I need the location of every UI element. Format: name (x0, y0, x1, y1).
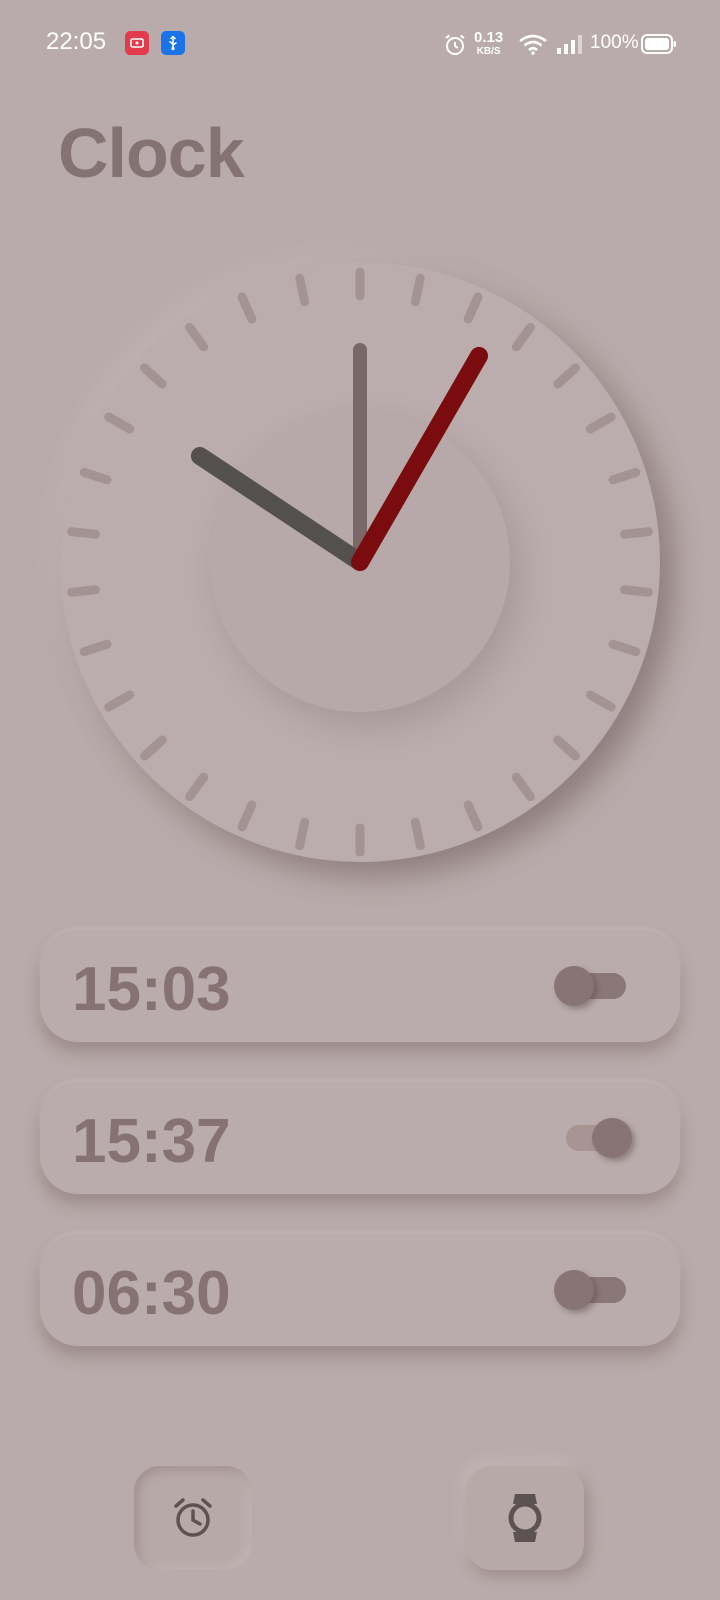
clock-tick (608, 467, 641, 485)
alarm-time: 15:03 (72, 955, 231, 1024)
clock-tick (410, 817, 425, 851)
clock-tick (295, 817, 310, 851)
analog-clock (60, 262, 660, 862)
alarm-item[interactable]: 15:03 (40, 930, 680, 1042)
watch-icon (508, 1494, 542, 1542)
clock-tick (511, 772, 535, 802)
clock-tick (185, 772, 209, 802)
clock-tick (463, 800, 483, 832)
battery-icon (641, 33, 677, 60)
toggle-knob (592, 1118, 632, 1158)
signal-icon (556, 33, 584, 60)
clock-tick (237, 292, 257, 324)
network-speed-value: 0.13 (474, 29, 504, 46)
clock-tick (185, 322, 209, 352)
clock-tick (585, 412, 616, 434)
clock-tick (511, 322, 535, 352)
clock-tick (608, 639, 641, 657)
nav-clock-button[interactable] (466, 1466, 584, 1570)
alarm-icon (443, 33, 467, 62)
status-bar: 22:05 0.13 KB/S 100% (0, 0, 720, 88)
clock-tick (67, 527, 100, 539)
alarm-toggle[interactable] (554, 966, 626, 1006)
alarm-time: 06:30 (72, 1259, 231, 1328)
clock-tick (79, 639, 112, 657)
clock-tick (410, 273, 425, 307)
network-speed: 0.13 KB/S (474, 30, 503, 57)
clock-tick (620, 527, 653, 539)
clock-tick (139, 363, 167, 389)
clock-tick (295, 273, 310, 307)
battery-percent: 100% (590, 32, 639, 53)
alarm-clock-icon (174, 1498, 212, 1537)
alarm-item[interactable]: 06:30 (40, 1234, 680, 1346)
clock-app-screen: 22:05 0.13 KB/S 100% Clock 15:03 15:37 0… (0, 0, 720, 1600)
clock-tick (553, 735, 581, 761)
toggle-knob (554, 1270, 594, 1310)
alarm-toggle[interactable] (554, 1270, 626, 1310)
screen-record-icon (125, 31, 149, 55)
usb-icon (161, 31, 185, 55)
clock-tick (67, 585, 100, 597)
toggle-knob (554, 966, 594, 1006)
clock-tick (79, 467, 112, 485)
wifi-icon (518, 33, 548, 60)
clock-tick (463, 292, 483, 324)
clock-tick (104, 690, 135, 712)
analog-clock-face (67, 267, 653, 857)
clock-tick (553, 363, 581, 389)
alarm-time: 15:37 (72, 1107, 231, 1176)
page-title: Clock (58, 114, 245, 192)
nav-alarm-button[interactable] (134, 1466, 252, 1570)
alarm-toggle[interactable] (560, 1118, 632, 1158)
clock-tick (620, 585, 653, 597)
network-speed-unit: KB/S (476, 46, 501, 57)
status-time: 22:05 (46, 28, 107, 55)
alarm-item[interactable]: 15:37 (40, 1082, 680, 1194)
clock-tick (104, 412, 135, 434)
clock-tick (585, 690, 616, 712)
clock-tick (139, 735, 167, 761)
clock-tick (237, 800, 257, 832)
